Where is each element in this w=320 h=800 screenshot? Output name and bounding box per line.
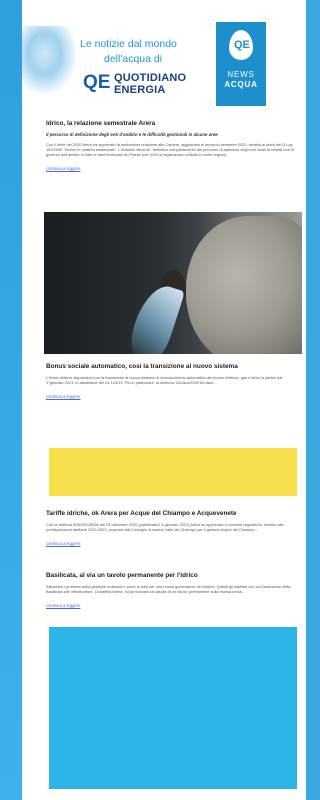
- brand-name-line1: QUOTIDIANO: [114, 72, 187, 84]
- article-title[interactable]: Basilicata, al via un tavolo permanente …: [46, 572, 296, 580]
- water-splash-image: [22, 26, 78, 96]
- article-body: Affrontare i problemi della gestione ord…: [46, 584, 291, 594]
- left-background-strip: [0, 0, 22, 800]
- article-body: Con la delibera 608/2020/R/idr del 29 di…: [46, 522, 284, 532]
- stone-fountain-shape: [186, 216, 302, 354]
- article-2: Bonus sociale automatico, così la transi…: [46, 363, 296, 403]
- article-4: Basilicata, al via un tavolo permanente …: [46, 572, 296, 612]
- continue-reading-link[interactable]: continua a leggere: [46, 166, 80, 171]
- water-stream: [124, 280, 186, 354]
- article-body: Con il finire del 2020 Arera ha approvat…: [46, 142, 294, 157]
- quotidiano-energia-logo-icon: QE: [83, 72, 111, 93]
- brand-name-line2: ENERGIA: [114, 84, 166, 96]
- drop-logo-mark: QE: [234, 39, 250, 51]
- water-drop-icon: QE: [229, 30, 253, 60]
- blue-banner-placeholder: [49, 627, 297, 789]
- article-body: L'Arera detta le disposizioni per la tra…: [46, 375, 283, 385]
- continue-reading-link[interactable]: continua a leggere: [46, 541, 80, 546]
- header-headline-line1: Le notizie dal mondo: [80, 38, 177, 50]
- continue-reading-link[interactable]: continua a leggere: [46, 394, 80, 399]
- badge-label-news: NEWS: [227, 70, 255, 79]
- header-headline-line2: dell'acqua di: [104, 53, 163, 65]
- article-title[interactable]: Idrico, la relazione semestrale Arera: [46, 120, 296, 128]
- news-acqua-badge: QE NEWS ACQUA: [216, 22, 266, 106]
- article-title[interactable]: Bonus sociale automatico, così la transi…: [46, 363, 296, 371]
- yellow-banner-placeholder: [49, 448, 297, 496]
- article-1: Idrico, la relazione semestrale Arera Il…: [46, 120, 296, 175]
- article-3: Tariffe idriche, ok Arera per Acque del …: [46, 510, 296, 550]
- article-title[interactable]: Tariffe idriche, ok Arera per Acque del …: [46, 510, 296, 518]
- water-fountain-photo: [44, 212, 302, 354]
- badge-label-acqua: ACQUA: [224, 80, 258, 89]
- continue-reading-link[interactable]: continua a leggere: [46, 603, 80, 608]
- article-subtitle: Il percorso di definizione degli enti d'…: [46, 132, 218, 137]
